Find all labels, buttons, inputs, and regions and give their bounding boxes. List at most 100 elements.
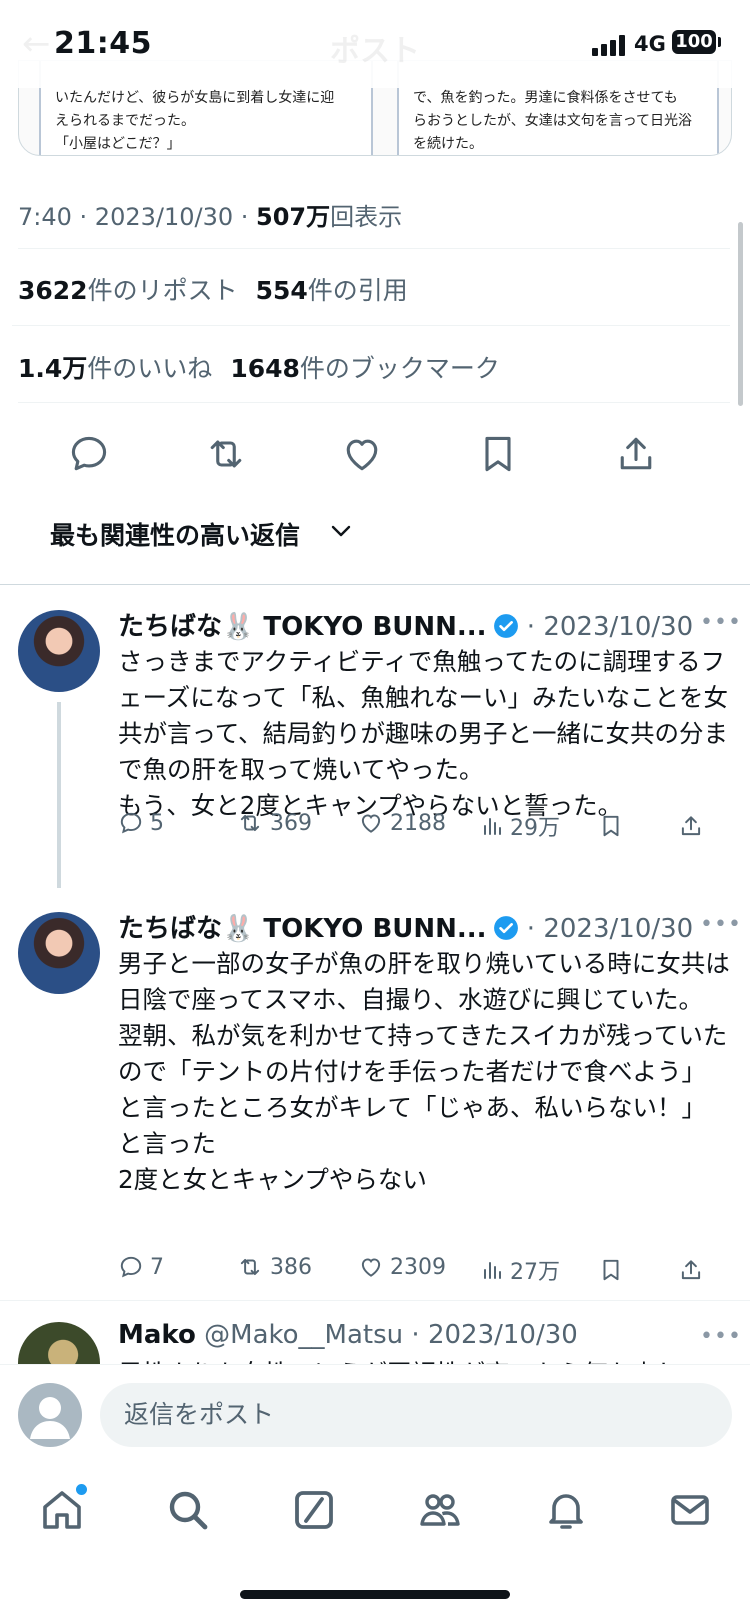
more-icon[interactable]: •••: [700, 610, 742, 635]
like-icon: [361, 1258, 381, 1277]
views-count: 27万: [510, 1260, 560, 1285]
views-label: 回表示: [330, 203, 403, 231]
author-name[interactable]: Mako: [118, 1320, 196, 1350]
thread-line: [57, 702, 61, 888]
notification-dot: [74, 1482, 89, 1497]
author-handle[interactable]: @Mako__Matsu: [204, 1320, 403, 1350]
likes-stat[interactable]: 1.4万件のいいね: [18, 354, 212, 383]
views-count[interactable]: 507万: [256, 203, 330, 231]
share-icon[interactable]: [614, 432, 658, 476]
bookmark-icon[interactable]: [598, 1256, 624, 1284]
post-date: 2023/10/30: [94, 203, 234, 231]
author-name[interactable]: たちばな🐰 TOKYO BUNN...: [118, 612, 487, 642]
date-separator: ·: [518, 612, 544, 642]
meta-separator: ·: [71, 203, 95, 231]
more-icon[interactable]: •••: [700, 1324, 742, 1349]
like-action[interactable]: 2309: [358, 1254, 446, 1280]
views-action[interactable]: 27万: [480, 1254, 560, 1286]
reply-sort-button[interactable]: 最も関連性の高い返信: [50, 516, 300, 552]
likes-label: 件のいいね: [87, 354, 213, 383]
battery-icon: 100: [672, 30, 716, 54]
stats-row-reposts: 3622件のリポスト 554件の引用: [18, 271, 408, 307]
tweet-date[interactable]: 2023/10/30: [543, 612, 693, 642]
avatar[interactable]: [18, 1322, 100, 1364]
reply-compose-bar: 返信をポスト: [0, 1364, 750, 1465]
tweet-actions: 5 369 2188 29万: [118, 810, 730, 844]
reply-tweet[interactable]: Mako @Mako__Matsu · 2023/10/30 ••• 男性よりも…: [0, 1300, 750, 1364]
bottom-tab-bar: [0, 1464, 750, 1624]
bookmark-icon[interactable]: [476, 432, 520, 476]
date-separator: ·: [518, 914, 544, 944]
views-count: 29万: [510, 816, 560, 841]
bookmarks-stat[interactable]: 1648件のブックマーク: [230, 354, 500, 383]
reply-icon: [120, 812, 142, 834]
tweet-text: さっきまでアクティビティで魚触ってたのに調理するフェーズになって「私、魚触れなー…: [118, 647, 729, 820]
search-icon[interactable]: [164, 1486, 212, 1534]
bookmarks-label: 件のブックマーク: [299, 354, 500, 383]
divider: [18, 402, 730, 403]
share-icon[interactable]: [678, 1256, 704, 1284]
reposts-label: 件のリポスト: [87, 276, 238, 305]
share-icon[interactable]: [678, 812, 704, 840]
avatar[interactable]: [18, 610, 100, 692]
reply-tweet[interactable]: たちばな🐰 TOKYO BUNN... · 2023/10/30 ••• 男子と…: [0, 884, 750, 1300]
reply-icon: [120, 1256, 142, 1278]
tweet-date[interactable]: 2023/10/30: [543, 914, 693, 944]
tweet-actions: 7 386 2309 27万: [118, 1254, 730, 1288]
network-type: 4G: [634, 32, 666, 56]
more-icon[interactable]: •••: [700, 912, 742, 937]
grok-icon[interactable]: [290, 1486, 338, 1534]
quotes-stat[interactable]: 554件の引用: [256, 276, 408, 305]
post-meta: 7:40 · 2023/10/30 · 507万回表示: [18, 197, 402, 232]
status-time: 21:45: [54, 26, 152, 61]
tweet-date[interactable]: 2023/10/30: [428, 1320, 578, 1350]
like-icon[interactable]: [340, 432, 384, 476]
verified-badge-icon: [493, 916, 518, 940]
date-separator: ·: [403, 1320, 428, 1350]
bookmark-icon[interactable]: [598, 812, 624, 840]
repost-count: 386: [270, 1254, 312, 1280]
avatar[interactable]: [18, 912, 100, 994]
author-name[interactable]: たちばな🐰 TOKYO BUNN...: [118, 914, 487, 944]
divider: [12, 325, 730, 326]
verified-badge-icon: [493, 614, 518, 638]
bookmarks-count: 1648: [230, 354, 300, 383]
repost-action[interactable]: 386: [236, 1254, 312, 1280]
tweet-header: たちばな🐰 TOKYO BUNN... · 2023/10/30: [118, 606, 693, 643]
signal-icon: [592, 34, 626, 56]
home-indicator[interactable]: [240, 1590, 510, 1599]
post-time: 7:40: [18, 203, 72, 231]
like-icon: [361, 814, 381, 833]
communities-icon[interactable]: [416, 1486, 464, 1534]
reply-tweet[interactable]: たちばな🐰 TOKYO BUNN... · 2023/10/30 ••• さっき…: [0, 584, 750, 888]
default-avatar-icon[interactable]: [18, 1383, 82, 1447]
status-bar: ← ポスト 21:45 4G 100: [0, 0, 750, 88]
meta-separator: ·: [233, 203, 257, 231]
repost-count: 369: [270, 810, 312, 836]
likes-count: 1.4万: [18, 354, 88, 383]
views-action[interactable]: 29万: [480, 810, 560, 842]
tweet-header: たちばな🐰 TOKYO BUNN... · 2023/10/30: [118, 908, 693, 945]
tweet-text: 男子と一部の女子が魚の肝を取り焼いている時に女共は日陰で座ってスマホ、自撮り、水…: [118, 949, 730, 1194]
views-icon: [484, 818, 501, 835]
stats-row-likes: 1.4万件のいいね 1648件のブックマーク: [18, 349, 500, 385]
like-count: 2188: [390, 810, 446, 836]
tweet-text: 男性よりも女性のほうが同調性が高いから何か少し: [118, 1356, 730, 1364]
battery-tip: [718, 37, 721, 47]
reposts-count: 3622: [18, 276, 88, 305]
repost-icon[interactable]: [204, 432, 248, 476]
reposts-stat[interactable]: 3622件のリポスト: [18, 276, 238, 305]
quotes-label: 件の引用: [307, 276, 408, 305]
views-icon: [484, 1262, 501, 1279]
reply-action[interactable]: 7: [118, 1254, 164, 1280]
notifications-icon[interactable]: [542, 1486, 590, 1534]
scrollbar[interactable]: [738, 222, 743, 406]
like-action[interactable]: 2188: [358, 810, 446, 836]
repost-action[interactable]: 369: [236, 810, 312, 836]
messages-icon[interactable]: [666, 1486, 714, 1534]
reply-input[interactable]: 返信をポスト: [100, 1383, 732, 1447]
reply-action[interactable]: 5: [118, 810, 164, 836]
chevron-down-icon[interactable]: [330, 524, 352, 538]
like-count: 2309: [390, 1254, 446, 1280]
reply-icon[interactable]: [67, 432, 111, 476]
